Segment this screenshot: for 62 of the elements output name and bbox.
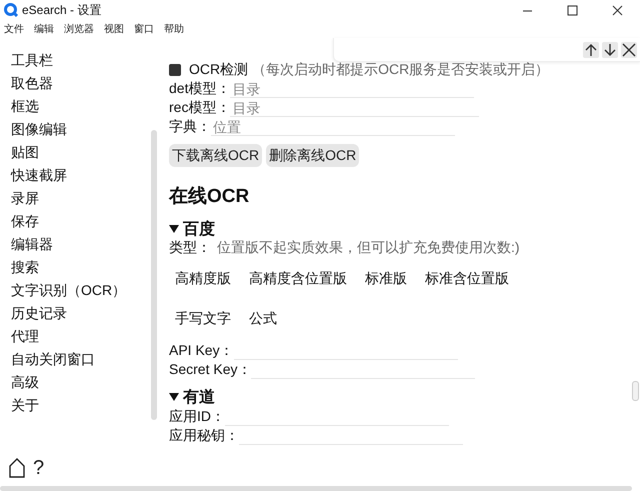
checkbox[interactable] bbox=[169, 64, 181, 76]
field-label: 字典： bbox=[169, 118, 211, 136]
type-option[interactable]: 高精度含位置版 bbox=[243, 265, 353, 293]
type-option[interactable]: 公式 bbox=[243, 305, 283, 333]
sidebar-item[interactable]: 工具栏 bbox=[0, 49, 150, 72]
field-label: 应用ID： bbox=[169, 408, 225, 426]
section-heading: 在线OCR bbox=[169, 185, 250, 209]
expanded-triangle-icon[interactable] bbox=[169, 224, 179, 234]
checkbox-label: OCR检测 bbox=[189, 61, 248, 79]
scrollbar-thumb[interactable] bbox=[632, 381, 639, 401]
window-title: eSearch - 设置 bbox=[22, 2, 102, 18]
sidebar-item[interactable]: 快速截屏 bbox=[0, 164, 150, 187]
menu-item[interactable]: 窗口 bbox=[133, 22, 155, 36]
field-label: API Key： bbox=[169, 342, 234, 360]
sidebar-item[interactable]: 录屏 bbox=[0, 187, 150, 210]
hint-text: （每次启动时都提示OCR服务是否安装或开启） bbox=[252, 61, 550, 79]
menu-item[interactable]: 文件 bbox=[3, 22, 25, 36]
provider-heading[interactable]: 有道 bbox=[183, 386, 215, 408]
type-option[interactable]: 标准含位置版 bbox=[419, 265, 515, 293]
scrollbar-thumb[interactable] bbox=[151, 130, 157, 420]
menu-item[interactable]: 编辑 bbox=[33, 22, 55, 36]
field-label: Secret Key： bbox=[169, 361, 252, 379]
sidebar-item[interactable]: 关于 bbox=[0, 394, 150, 417]
input-field[interactable]: 位置 bbox=[211, 118, 455, 136]
input-field[interactable]: 目录 bbox=[230, 80, 474, 98]
type-option[interactable]: 高精度版 bbox=[169, 265, 237, 293]
sidebar-item[interactable]: 框选 bbox=[0, 95, 150, 118]
field-label: det模型： bbox=[169, 80, 230, 98]
sidebar-item[interactable]: 贴图 bbox=[0, 141, 150, 164]
menu-item[interactable]: 视图 bbox=[103, 22, 125, 36]
maximize-icon[interactable] bbox=[567, 4, 578, 16]
sidebar-item[interactable]: 取色器 bbox=[0, 72, 150, 95]
sidebar-item[interactable]: 高级 bbox=[0, 371, 150, 394]
sidebar-item[interactable]: 保存 bbox=[0, 210, 150, 233]
sidebar-item[interactable]: 代理 bbox=[0, 325, 150, 348]
action-button[interactable]: 下载离线OCR bbox=[169, 144, 262, 167]
sidebar-item[interactable]: 编辑器 bbox=[0, 233, 150, 256]
close-icon[interactable] bbox=[612, 4, 623, 16]
horizontal-scrollbar[interactable] bbox=[0, 486, 632, 491]
input-field[interactable]: 目录 bbox=[230, 99, 480, 117]
field-label: 类型： bbox=[169, 239, 211, 257]
sidebar-item[interactable]: 自动关闭窗口 bbox=[0, 348, 150, 371]
app-logo-icon bbox=[4, 3, 18, 17]
field-label: rec模型： bbox=[169, 99, 230, 117]
close-icon[interactable] bbox=[621, 42, 637, 58]
type-option[interactable]: 手写文字 bbox=[169, 305, 237, 333]
action-button[interactable]: 删除离线OCR bbox=[266, 144, 360, 167]
home-icon[interactable] bbox=[9, 458, 25, 478]
type-option[interactable]: 标准版 bbox=[359, 265, 413, 293]
arrow-down-icon[interactable] bbox=[602, 42, 618, 58]
sidebar-item[interactable]: 图像编辑 bbox=[0, 118, 150, 141]
sidebar-item[interactable]: 搜索 bbox=[0, 256, 150, 279]
field-label: 应用秘钥： bbox=[169, 427, 239, 445]
menu-item[interactable]: 浏览器 bbox=[63, 22, 95, 36]
help-button[interactable]: ? bbox=[33, 456, 44, 480]
sidebar-item[interactable]: 文字识别（OCR） bbox=[0, 279, 150, 302]
menu-item[interactable]: 帮助 bbox=[163, 22, 185, 36]
provider-heading[interactable]: 百度 bbox=[183, 218, 215, 240]
arrow-up-icon[interactable] bbox=[583, 42, 599, 58]
sidebar-item[interactable]: 历史记录 bbox=[0, 302, 150, 325]
hint-text: 位置版不起实质效果，但可以扩充免费使用次数:) bbox=[217, 239, 520, 257]
expanded-triangle-icon[interactable] bbox=[169, 392, 179, 402]
